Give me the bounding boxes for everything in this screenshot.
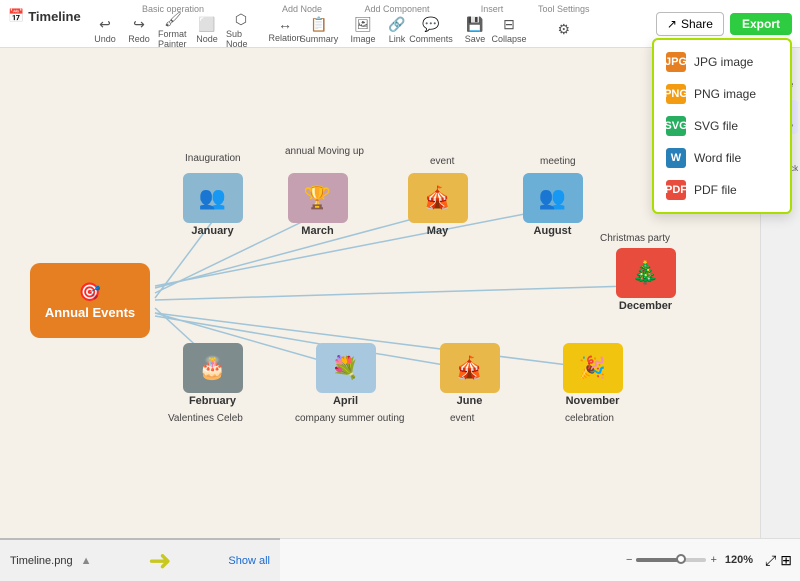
may-annotation: event — [430, 156, 454, 167]
relation-button[interactable]: ↔Relation — [270, 16, 300, 44]
february-label: February — [189, 395, 236, 407]
node-august[interactable]: 👥 August — [515, 173, 590, 237]
february-annotation: Valentines Celeb — [168, 413, 243, 424]
fullscreen-icon[interactable]: ⤢ — [765, 552, 776, 569]
word-icon: W — [666, 148, 686, 168]
collapse-button[interactable]: ⊟Collapse — [494, 16, 524, 44]
expand-icon[interactable]: ⊞ — [780, 552, 792, 569]
redo-button[interactable]: ↪Redo — [124, 16, 154, 44]
export-dropdown: JPG JPG image PNG PNG image SVG SVG file… — [652, 38, 792, 214]
august-annotation: meeting — [540, 156, 576, 167]
sub-node-button[interactable]: ⬡Sub Node — [226, 16, 256, 44]
comments-button[interactable]: 💬Comments — [416, 16, 446, 44]
may-img: 🎪 — [408, 173, 468, 223]
summary-button[interactable]: 📋Summary — [304, 16, 334, 44]
app-title: 📅 Timeline — [8, 8, 81, 24]
january-img: 👥 — [183, 173, 243, 223]
image-button[interactable]: 🖼Image — [348, 16, 378, 44]
january-label: January — [191, 225, 233, 237]
share-icon: ↗ — [667, 17, 677, 31]
export-pdf[interactable]: PDF PDF file — [654, 174, 790, 206]
zoom-slider[interactable] — [636, 558, 706, 562]
zoom-handle[interactable] — [676, 554, 686, 564]
central-node-label: Annual Events — [45, 305, 135, 320]
february-img: 🎂 — [183, 343, 243, 393]
download-chevron-icon: ▲ — [81, 555, 92, 567]
central-node[interactable]: 🎯 Annual Events — [30, 263, 150, 338]
save-button[interactable]: 💾Save — [460, 16, 490, 44]
link-button[interactable]: 🔗Link — [382, 16, 412, 44]
december-annotation: Christmas party — [600, 233, 670, 244]
share-button[interactable]: ↗ Share — [656, 12, 724, 36]
june-img: 🎪 — [440, 343, 500, 393]
pdf-icon: PDF — [666, 180, 686, 200]
march-label: March — [301, 225, 333, 237]
node-april[interactable]: 💐 April — [308, 343, 383, 407]
format-painter-button[interactable]: 🖌Format Painter — [158, 16, 188, 44]
svg-icon: SVG — [666, 116, 686, 136]
node-button[interactable]: ⬜Node — [192, 16, 222, 44]
bottom-right-icons: ⤢ ⊞ — [765, 552, 792, 569]
node-march[interactable]: 🏆 March — [280, 173, 355, 237]
toolbar-group-label-toolsettings: Tool Settings — [538, 4, 590, 14]
january-annotation: Inauguration — [185, 153, 241, 164]
node-may[interactable]: 🎪 May — [400, 173, 475, 237]
toolbar-group-label-addcomponent: Add Component — [364, 4, 429, 14]
june-label: June — [457, 395, 483, 407]
may-label: May — [427, 225, 448, 237]
march-annotation: annual Moving up — [285, 146, 364, 157]
august-img: 👥 — [523, 173, 583, 223]
toolbar-group-label-insert: Insert — [481, 4, 504, 14]
node-june[interactable]: 🎪 June — [432, 343, 507, 407]
download-arrow-icon: ➜ — [148, 547, 171, 575]
download-filename: Timeline.png — [10, 555, 73, 567]
november-img: 🎉 — [563, 343, 623, 393]
export-png[interactable]: PNG PNG image — [654, 78, 790, 110]
april-label: April — [333, 395, 358, 407]
zoom-level: 120% — [725, 554, 753, 566]
show-all-button[interactable]: Show all — [228, 555, 270, 567]
download-bar: Timeline.png ▲ ➜ Show all — [0, 538, 280, 581]
node-february[interactable]: 🎂 February — [175, 343, 250, 407]
tool-settings-button[interactable]: ⚙ — [549, 16, 579, 44]
december-img: 🎄 — [616, 248, 676, 298]
november-annotation: celebration — [565, 413, 614, 424]
march-img: 🏆 — [288, 173, 348, 223]
node-january[interactable]: 👥 January — [175, 173, 250, 237]
node-november[interactable]: 🎉 November — [555, 343, 630, 407]
export-svg[interactable]: SVG SVG file — [654, 110, 790, 142]
export-jpg[interactable]: JPG JPG image — [654, 46, 790, 78]
export-word[interactable]: W Word file — [654, 142, 790, 174]
december-label: December — [619, 300, 672, 312]
node-december[interactable]: 🎄 December — [608, 248, 683, 312]
central-node-emoji: 🎯 — [79, 282, 101, 303]
june-annotation: event — [450, 413, 474, 424]
november-label: November — [566, 395, 620, 407]
undo-button[interactable]: ↩Undo — [90, 16, 120, 44]
april-annotation: company summer outing — [295, 413, 405, 424]
april-img: 💐 — [316, 343, 376, 393]
toolbar-group-label-addnode: Add Node — [282, 4, 322, 14]
august-label: August — [534, 225, 572, 237]
png-icon: PNG — [666, 84, 686, 104]
jpg-icon: JPG — [666, 52, 686, 72]
export-button[interactable]: Export — [730, 13, 792, 35]
zoom-controls: − + 120% — [626, 554, 753, 566]
